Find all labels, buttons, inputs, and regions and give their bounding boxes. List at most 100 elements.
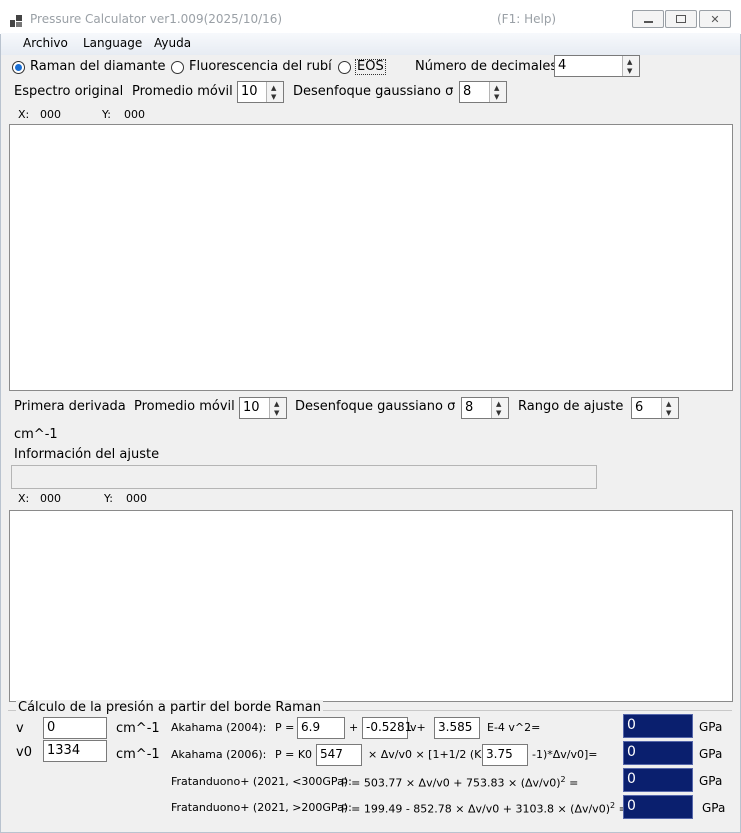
akahama2004-unit: GPa	[699, 720, 723, 734]
title-bar: Pressure Calculator ver1.009(2025/10/16)…	[0, 0, 741, 34]
akahama2004-tail: E-4 v^2=	[487, 721, 541, 734]
akahama2004-p: P =	[275, 721, 295, 734]
v-input[interactable]: 0	[43, 717, 107, 739]
akahama2004-b-value: -0.5281	[366, 720, 413, 734]
spin-down-icon[interactable]: ▼	[494, 93, 499, 101]
akahama2006-k0-value: 547	[320, 747, 343, 761]
akahama2004-plus: +	[349, 721, 359, 734]
v0-input[interactable]: 1334	[43, 740, 107, 762]
fit-info-box	[11, 465, 597, 489]
spin-down-icon[interactable]: ▼	[627, 67, 632, 75]
akahama2004-a-input[interactable]: 6.9	[297, 717, 345, 739]
radio-ruby-label[interactable]: Fluorescencia del rubí	[189, 59, 332, 74]
spin-down-icon[interactable]: ▼	[496, 409, 501, 417]
akahama2006-result: 0	[623, 741, 693, 765]
spin-up-icon[interactable]: ▲	[627, 58, 632, 66]
frat300-unit: GPa	[699, 774, 723, 788]
derivative-moving-avg-stepper[interactable]: 10 ▲ ▼	[239, 397, 287, 419]
akahama2004-result: 0	[623, 714, 693, 738]
minimize-icon	[643, 20, 653, 23]
spectrum-x-value: 000	[40, 108, 61, 121]
akahama2006-unit: GPa	[699, 747, 723, 761]
akahama2004-c-value: 3.585	[438, 720, 473, 734]
menu-ayuda[interactable]: Ayuda	[154, 36, 191, 50]
calc-title: Cálculo de la presión a partir del borde…	[16, 700, 323, 715]
akahama2004-b-input[interactable]: -0.5281	[362, 717, 412, 739]
v-unit: cm^-1	[116, 721, 160, 736]
spectrum-gauss-stepper[interactable]: 8 ▲ ▼	[459, 81, 507, 103]
derivative-label: Primera derivada	[14, 399, 126, 414]
spectrum-moving-avg-value: 10	[241, 84, 258, 99]
spin-down-icon[interactable]: ▼	[666, 409, 671, 417]
derivative-x-label: X:	[18, 492, 30, 505]
radio-diamond-label[interactable]: Raman del diamante	[30, 59, 166, 74]
maximize-button[interactable]	[665, 10, 697, 28]
akahama2006-name: Akahama (2006):	[171, 748, 267, 761]
derivative-moving-avg-label: Promedio móvil	[134, 399, 235, 414]
frat300-result-value: 0	[627, 771, 636, 787]
decimals-value: 4	[558, 58, 567, 73]
frat200-name: Fratanduono+ (2021, >200GPa):	[171, 801, 352, 814]
radio-eos-label[interactable]: EOS	[355, 59, 386, 75]
menu-archivo[interactable]: Archivo	[23, 36, 68, 50]
akahama2004-c-input[interactable]: 3.585	[434, 717, 480, 739]
akahama2006-mid: × Δv/v0 × [1+1/2 (K0'	[368, 748, 492, 761]
decimals-stepper[interactable]: 4 ▲ ▼	[554, 55, 640, 77]
spectrum-x-label: X:	[18, 108, 30, 121]
frat300-formula: P = 503.77 × Δv/v0 + 753.83 × (Δv/v0)2 =	[341, 775, 578, 790]
maximize-icon	[676, 15, 686, 23]
window-title: Pressure Calculator ver1.009(2025/10/16)	[30, 12, 283, 26]
spectrum-gauss-value: 8	[463, 84, 472, 99]
spectrum-gauss-label: Desenfoque gaussiano σ	[293, 84, 454, 99]
close-icon: ✕	[710, 12, 720, 26]
derivative-fit-range-stepper[interactable]: 6 ▲ ▼	[631, 397, 679, 419]
derivative-y-label: Y:	[104, 492, 113, 505]
akahama2006-k0-input[interactable]: 547	[316, 744, 362, 766]
help-hint: (F1: Help)	[497, 12, 557, 26]
spin-up-icon[interactable]: ▲	[496, 400, 501, 408]
spin-up-icon[interactable]: ▲	[494, 84, 499, 92]
fit-info-label: Información del ajuste	[14, 447, 160, 462]
akahama2004-result-value: 0	[627, 717, 636, 733]
frat200-unit: GPa	[702, 801, 726, 815]
spin-down-icon[interactable]: ▼	[271, 93, 276, 101]
derivative-y-value: 000	[126, 492, 147, 505]
v0-input-value: 1334	[47, 743, 81, 758]
v-label: v	[16, 721, 24, 736]
app-icon	[10, 12, 22, 27]
spin-up-icon[interactable]: ▲	[666, 400, 671, 408]
frat300-result: 0	[623, 768, 693, 792]
decimals-label: Número de decimales	[415, 59, 558, 74]
derivative-fit-range-label: Rango de ajuste	[518, 399, 624, 414]
radio-eos[interactable]	[338, 61, 351, 74]
spin-down-icon[interactable]: ▼	[274, 409, 279, 417]
akahama2004-vplus: v+	[410, 721, 426, 734]
frat200-result-value: 0	[627, 798, 636, 814]
frat300-name: Fratanduono+ (2021, <300GPa):	[171, 775, 352, 788]
frat200-sup: 2	[609, 801, 616, 810]
derivative-gauss-label: Desenfoque gaussiano σ	[295, 399, 456, 414]
spin-up-icon[interactable]: ▲	[271, 84, 276, 92]
akahama2006-k0p-value: 3.75	[486, 747, 513, 761]
derivative-gauss-stepper[interactable]: 8 ▲ ▼	[461, 397, 509, 419]
derivative-x-value: 000	[40, 492, 61, 505]
minimize-button[interactable]	[632, 10, 664, 28]
menu-language[interactable]: Language	[83, 36, 142, 50]
derivative-moving-avg-value: 10	[243, 400, 260, 415]
spin-up-icon[interactable]: ▲	[274, 400, 279, 408]
frat200-result: 0	[623, 795, 693, 819]
derivative-plot[interactable]	[9, 510, 733, 702]
close-button[interactable]: ✕	[699, 10, 731, 28]
radio-diamond[interactable]	[12, 61, 25, 74]
derivative-fit-range-value: 6	[635, 400, 644, 415]
spectrum-moving-avg-stepper[interactable]: 10 ▲ ▼	[237, 81, 284, 103]
radio-ruby[interactable]	[171, 61, 184, 74]
frat200-formula: P = 199.49 - 852.78 × Δv/v0 + 3103.8 × (…	[341, 801, 628, 816]
v-input-value: 0	[47, 720, 56, 735]
frat300-formula-text: P = 503.77 × Δv/v0 + 753.83 × (Δv/v0)	[341, 776, 561, 790]
frat300-eq: =	[569, 776, 579, 790]
derivative-unit-label: cm^-1	[14, 427, 58, 442]
spectrum-plot[interactable]	[9, 124, 733, 391]
akahama2006-k0p-input[interactable]: 3.75	[482, 744, 528, 766]
akahama2006-p: P = K0	[275, 748, 313, 761]
